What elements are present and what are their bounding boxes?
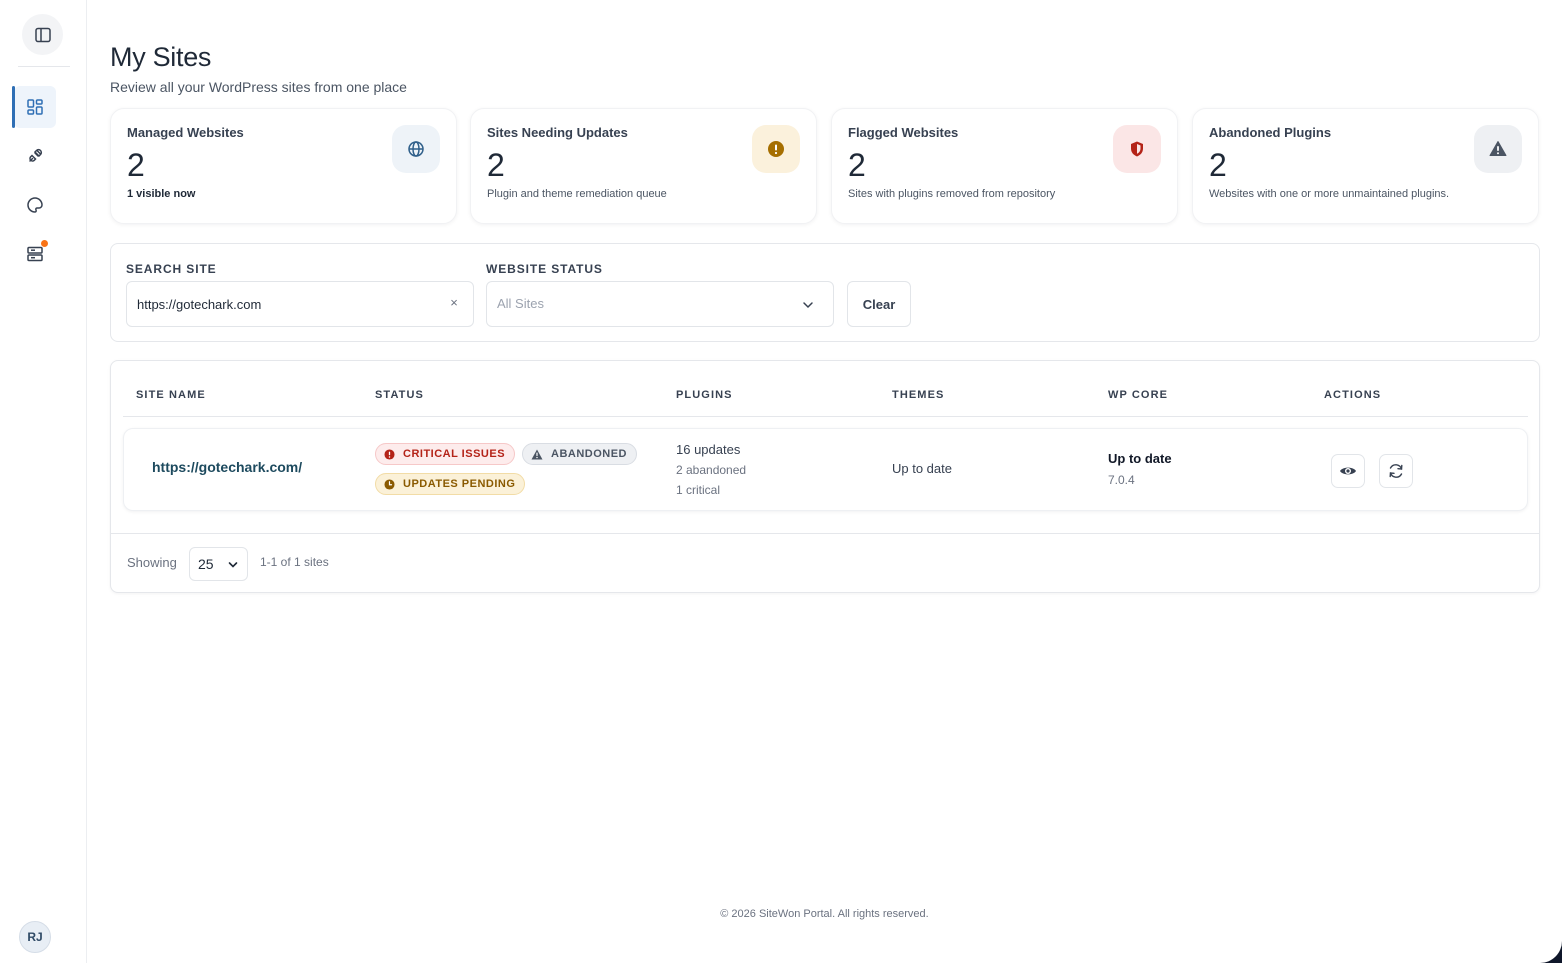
grid-icon (27, 99, 43, 115)
table-row: https://gotechark.com/ CRITICAL ISSUES A… (123, 428, 1528, 511)
sidebar-item-dashboard[interactable] (12, 86, 56, 128)
warning-triangle-icon (1489, 141, 1507, 156)
globe-icon (408, 141, 424, 157)
stat-icon-tile (1474, 125, 1522, 173)
stat-icon-tile (392, 125, 440, 173)
stat-card-sites-needing-updates: Sites Needing Updates 2 Plugin and theme… (470, 108, 817, 224)
status-badge-pending: UPDATES PENDING (375, 473, 526, 495)
notification-dot (41, 240, 48, 247)
column-header-plugins[interactable]: PLUGINS (676, 389, 733, 401)
badge-label: ABANDONED (551, 448, 627, 460)
column-header-site-name[interactable]: SITE NAME (136, 389, 206, 401)
column-header-actions: ACTIONS (1324, 389, 1382, 401)
server-icon (27, 246, 43, 262)
site-link[interactable]: https://gotechark.com/ (152, 459, 302, 475)
alert-circle-icon (384, 448, 395, 460)
stat-subtext: 1 visible now (127, 188, 196, 200)
sidebar-item-themes[interactable] (14, 184, 56, 226)
search-site-label: SEARCH SITE (126, 262, 217, 276)
refresh-icon (1389, 464, 1403, 478)
sites-table: SITE NAME STATUS PLUGINS THEMES WP CORE … (110, 360, 1540, 593)
page-size-value: 25 (198, 556, 214, 572)
stat-card-flagged-websites: Flagged Websites 2 Sites with plugins re… (831, 108, 1178, 224)
stat-card-abandoned-plugins: Abandoned Plugins 2 Websites with one or… (1192, 108, 1539, 224)
showing-label: Showing (127, 555, 177, 570)
avatar[interactable]: RJ (19, 921, 51, 953)
clear-filters-button[interactable]: Clear (847, 281, 911, 327)
clear-search-icon[interactable]: × (446, 295, 462, 310)
stat-subtext: Sites with plugins removed from reposito… (848, 188, 1056, 200)
plugins-critical: 1 critical (676, 483, 721, 497)
stat-icon-tile (752, 125, 800, 173)
website-status-value: All Sites (497, 296, 544, 311)
stat-subtext: Plugin and theme remediation queue (487, 188, 667, 200)
themes-status: Up to date (892, 461, 952, 476)
website-status-label: WEBSITE STATUS (486, 262, 603, 276)
page-size-select[interactable]: 25 (189, 547, 248, 581)
stat-title: Sites Needing Updates (487, 125, 628, 140)
wp-core-status: Up to date (1108, 451, 1172, 466)
wp-core-version: 7.0.4 (1108, 473, 1135, 487)
badge-label: UPDATES PENDING (403, 478, 516, 490)
plugins-updates: 16 updates (676, 442, 741, 457)
chevron-down-icon (803, 302, 813, 309)
status-badge-critical: CRITICAL ISSUES (375, 443, 516, 465)
badge-label: CRITICAL ISSUES (403, 448, 506, 460)
stat-title: Managed Websites (127, 125, 244, 140)
warning-triangle-icon (531, 449, 543, 459)
stat-value: 2 (848, 147, 866, 183)
column-header-wp-core[interactable]: WP CORE (1108, 389, 1168, 401)
page-title: My Sites (110, 42, 212, 72)
stats-cards: Managed Websites 2 1 visible now Sites N… (110, 108, 1540, 224)
plug-icon (29, 148, 43, 162)
stat-value: 2 (1209, 147, 1227, 183)
column-header-themes[interactable]: THEMES (892, 389, 944, 401)
website-status-select[interactable]: All Sites (486, 281, 834, 327)
sidebar-item-plugins[interactable] (14, 135, 56, 177)
plugins-abandoned: 2 abandoned (676, 463, 747, 477)
eye-icon (1340, 467, 1356, 475)
clock-icon (384, 478, 395, 490)
stat-title: Flagged Websites (848, 125, 959, 140)
sidebar: RJ (0, 0, 87, 963)
stat-icon-tile (1113, 125, 1161, 173)
pagination-range: 1-1 of 1 sites (260, 555, 329, 569)
stat-card-managed-websites: Managed Websites 2 1 visible now (110, 108, 457, 224)
stat-value: 2 (487, 147, 505, 183)
panel-toggle-icon (34, 27, 51, 42)
chevron-down-icon (228, 562, 238, 568)
sidebar-item-servers[interactable] (14, 233, 56, 275)
view-site-button[interactable] (1331, 454, 1365, 488)
stat-value: 2 (127, 147, 145, 183)
filters-panel: SEARCH SITE × WEBSITE STATUS All Sites C… (110, 243, 1540, 342)
sidebar-toggle-button[interactable] (22, 14, 63, 55)
palette-icon (27, 197, 43, 213)
table-footer-divider (111, 533, 1539, 534)
alert-circle-icon (768, 141, 784, 157)
stat-subtext: Websites with one or more unmaintained p… (1209, 188, 1450, 200)
table-header-divider (123, 416, 1528, 417)
column-header-status[interactable]: STATUS (375, 389, 424, 401)
page-subtitle: Review all your WordPress sites from one… (110, 79, 407, 95)
status-badge-abandoned: ABANDONED (522, 443, 637, 465)
stat-title: Abandoned Plugins (1209, 125, 1332, 140)
search-input[interactable] (126, 281, 474, 327)
app-window: RJ My Sites Review all your WordPress si… (0, 0, 1562, 963)
sidebar-divider (18, 66, 70, 67)
refresh-site-button[interactable] (1379, 454, 1413, 488)
page-footer: © 2026 SiteWon Portal. All rights reserv… (720, 908, 929, 920)
shield-icon (1131, 141, 1143, 157)
